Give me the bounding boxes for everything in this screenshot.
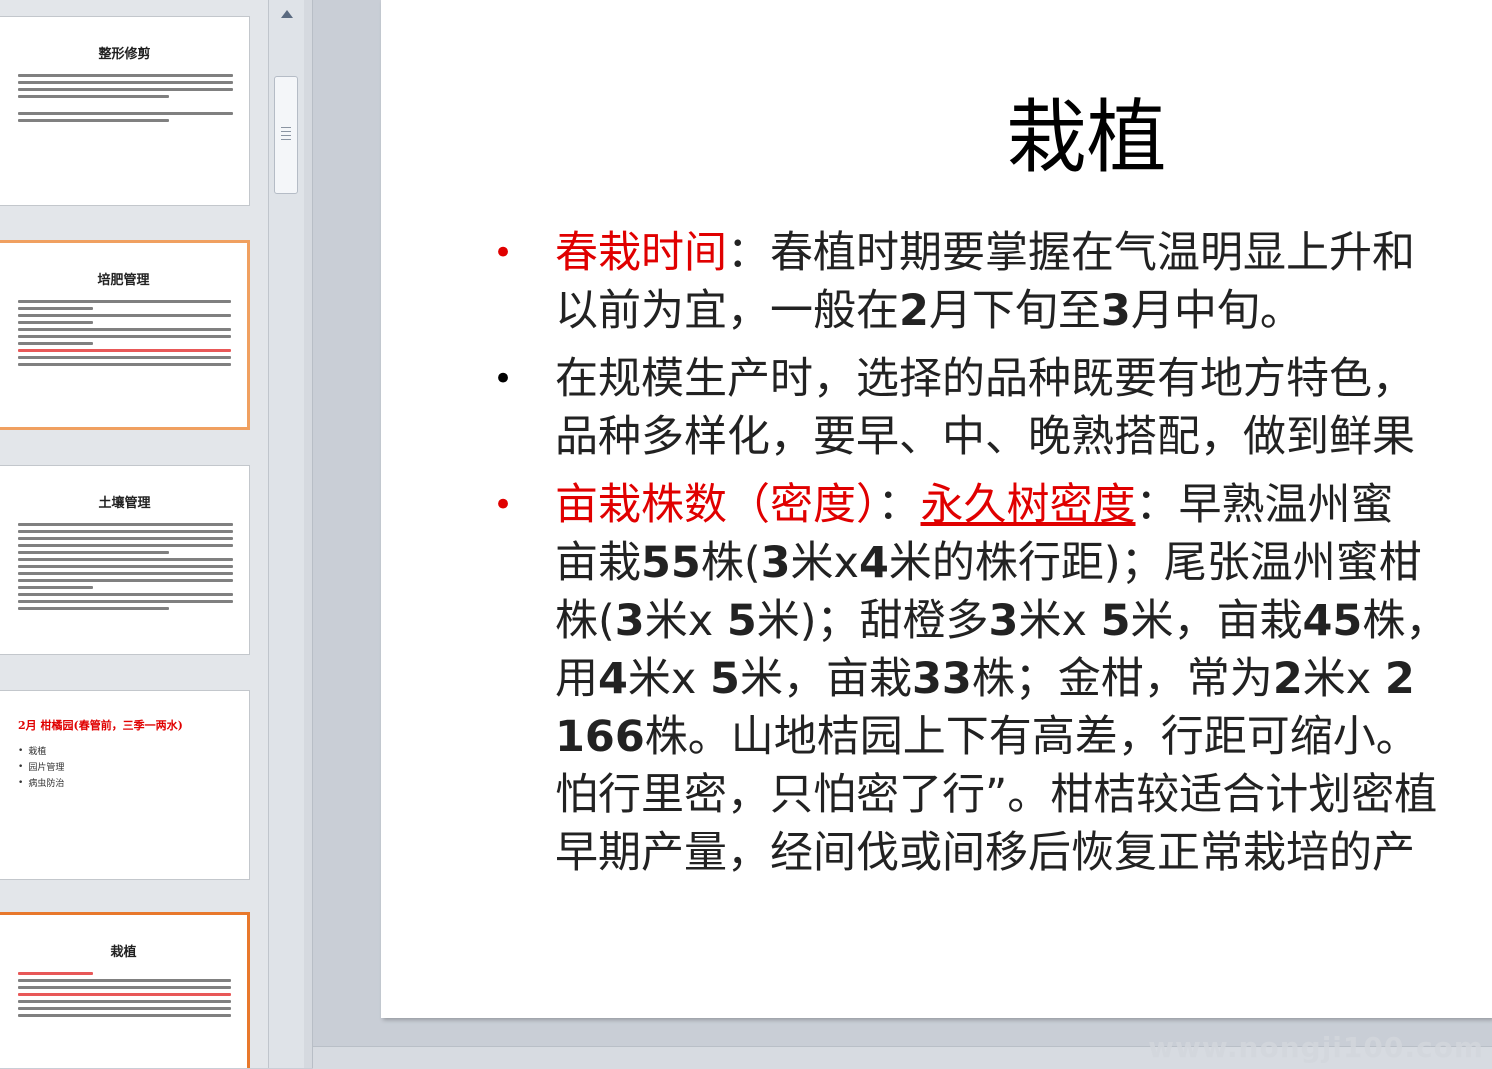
text-run: 4 [598,654,628,704]
thumbnail-text-lines [0,511,249,610]
thumbnail-bullet: 园片管理 [18,760,233,773]
text-run: 在规模生产时，选择的品种既要有地方特色， [555,354,1415,404]
text-run: 3 [1100,286,1131,336]
slide-thumbnail-5-current[interactable]: 栽植 [0,912,250,1068]
text-run: 株。山地桔园上下有高差，行距可缩小。 [644,712,1419,762]
text-run: 5 [710,654,740,704]
text-run: 株；金柑，常为 [971,654,1273,704]
bullet-line: 春栽时间：春植时期要掌握在气温明显上升和 [555,224,1492,282]
text-run: 米，亩栽 [1130,596,1303,646]
text-run: 米x [1302,654,1385,704]
text-run: 55 [641,538,701,588]
text-run: 用 [555,654,598,704]
text-run: 株( [700,538,761,588]
text-run: 2 [1384,654,1415,704]
slide-thumbnail-4[interactable]: 2月 柑橘园(春管前，三季一两水) 栽植 园片管理 病虫防治 [0,690,250,880]
text-run: 月中旬。 [1130,286,1303,336]
slide-canvas: 栽植 • 春栽时间：春植时期要掌握在气温明显上升和 以前为宜，一般在2月下旬至3月中… [313,0,1492,1069]
text-run: 3 [614,596,645,646]
grip-icon [281,127,291,143]
bullet-line: 用4米x 5米，亩栽33株；金柑，常为2米x 2 [555,650,1492,708]
slide-title[interactable]: 栽植 [381,94,1492,182]
text-run: 5 [1100,596,1131,646]
text-run: 春栽时间 [555,228,727,278]
bullet-dot-icon: • [493,485,514,525]
slide-thumbnail-3[interactable]: 土壤管理 [0,465,250,655]
slide[interactable]: 栽植 • 春栽时间：春植时期要掌握在气温明显上升和 以前为宜，一般在2月下旬至3月中… [381,0,1492,1018]
slide-bullet: • 春栽时间：春植时期要掌握在气温明显上升和 以前为宜，一般在2月下旬至3月中旬。 [493,224,1492,340]
bullet-line: 早期产量，经间伐或间移后恢复正常栽培的产 [555,824,1492,882]
bullet-line: 166株。山地桔园上下有高差，行距可缩小。 [555,708,1492,766]
text-run: 3 [988,596,1019,646]
text-run: 米x [1018,596,1101,646]
thumbnail-title: 2月 柑橘园(春管前，三季一两水) [18,719,183,732]
text-run: ：春植时期要掌握在气温明显上升和 [727,228,1415,278]
thumbnail-bullets: 栽植 园片管理 病虫防治 [0,733,249,789]
text-run: 株， [1362,596,1449,646]
text-run: 3 [760,538,791,588]
slide-body[interactable]: • 春栽时间：春植时期要掌握在气温明显上升和 以前为宜，一般在2月下旬至3月中旬。 •… [493,224,1492,892]
bullet-line: 在规模生产时，选择的品种既要有地方特色， [555,350,1492,408]
thumbnail-title: 培肥管理 [97,273,150,288]
slide-bullet: • 亩栽株数（密度）：永久树密度：早熟温州蜜 亩栽55株(3米x4米的株行距)；尾张… [493,476,1492,882]
thumbnail-text-lines [0,960,247,1017]
text-run: 亩栽株数（密度） [555,480,878,530]
text-run: 永久树密度 [920,480,1136,530]
watermark: www.nongji100.com [1148,1031,1484,1064]
text-run: 米)；甜橙多 [756,596,989,646]
text-run: 株( [555,596,615,646]
text-run: ：早熟温州蜜 [1135,480,1394,530]
text-run: 米x [644,596,727,646]
text-run: 早期产量，经间伐或间移后恢复正常栽培的产 [555,828,1415,878]
text-run: ： [877,480,921,530]
thumbnail-scrollbar[interactable] [268,0,304,1068]
text-run: 米的株行距)；尾张温州蜜柑 [888,538,1422,588]
slide-thumbnail-2[interactable]: 培肥管理 [0,240,250,430]
text-run: 亩栽 [555,538,641,588]
thumbnail-text-lines [0,62,249,122]
bullet-line: 以前为宜，一般在2月下旬至3月中旬。 [555,282,1492,340]
pane-splitter[interactable] [304,0,313,1068]
text-run: 5 [726,596,757,646]
text-run: 怕行里密，只怕密了行”。柑桔较适合计划密植 [555,770,1438,820]
slide-thumbnail-pane: 整形修剪 培肥管理 土壤管理 2月 柑橘园(春管前，三季一两水) 栽植 园片管理 [0,0,268,1068]
thumbnail-bullet: 病虫防治 [18,776,233,789]
slide-bullet: • 在规模生产时，选择的品种既要有地方特色， 品种多样化，要早、中、晚熟搭配，做到鲜… [493,350,1492,466]
bullet-line: 怕行里密，只怕密了行”。柑桔较适合计划密植 [555,766,1492,824]
thumbnail-title: 栽植 [110,945,137,960]
text-run: 166 [555,712,645,762]
bullet-dot-icon: • [493,359,514,399]
bullet-line: 亩栽株数（密度）：永久树密度：早熟温州蜜 [555,476,1492,534]
thumbnail-text-lines [0,288,247,366]
scrollbar-thumb[interactable] [274,76,298,194]
text-run: 2 [899,286,929,336]
bullet-line: 品种多样化，要早、中、晚熟搭配，做到鲜果 [555,408,1492,466]
text-run: 4 [859,538,889,588]
thumbnail-title: 整形修剪 [98,47,151,62]
thumbnail-title: 土壤管理 [98,496,151,511]
text-run: 2 [1272,654,1303,704]
text-run: 品种多样化，要早、中、晚熟搭配，做到鲜果 [555,412,1415,462]
text-run: 米x [790,538,859,588]
text-run: 米，亩栽 [739,654,912,704]
text-run: 月下旬至 [928,286,1101,336]
slide-thumbnail-1[interactable]: 整形修剪 [0,16,250,206]
text-run: 33 [911,654,972,704]
text-run: 以前为宜，一般在 [555,286,899,336]
bullet-line: 亩栽55株(3米x4米的株行距)；尾张温州蜜柑 [555,534,1492,592]
text-run: 米x [627,654,711,704]
triangle-up-icon[interactable] [277,4,297,24]
text-run: 45 [1302,596,1363,646]
bullet-dot-icon: • [493,233,514,273]
thumbnail-bullet: 栽植 [18,744,233,757]
bullet-line: 株(3米x 5米)；甜橙多3米x 5米，亩栽45株， [555,592,1492,650]
